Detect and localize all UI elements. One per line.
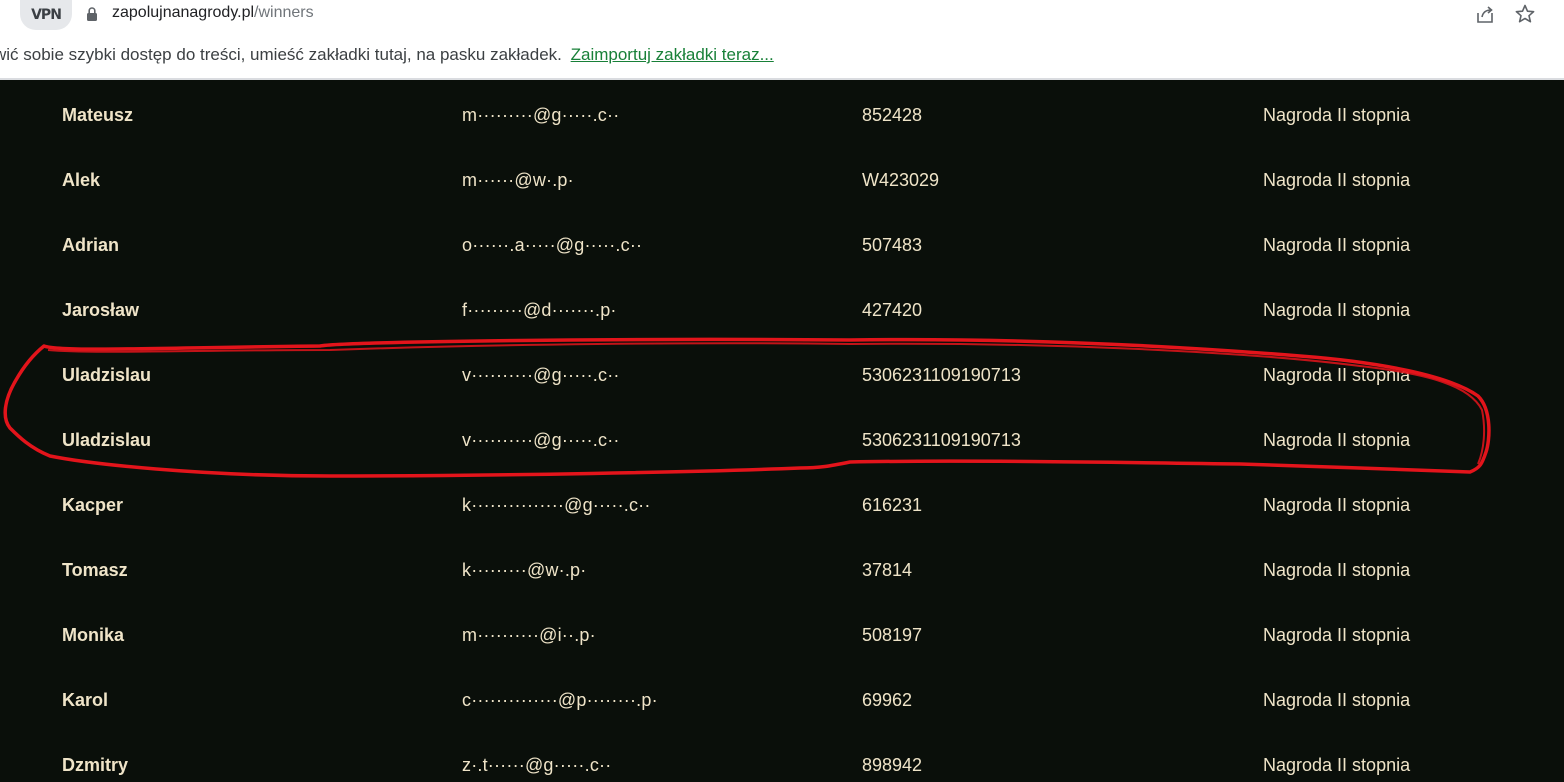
winner-name: Tomasz bbox=[62, 560, 128, 580]
import-bookmarks-link[interactable]: Zaimportuj zakładki teraz... bbox=[571, 45, 774, 64]
winner-email: z·.t······@g·····.c·· bbox=[462, 755, 612, 775]
winner-row: Adrian o······.a·····@g·····.c·· 507483 Nag… bbox=[0, 210, 1564, 275]
winner-prize: Nagroda II stopnia bbox=[1263, 235, 1411, 255]
winner-email: m·········@g·····.c·· bbox=[462, 105, 620, 125]
url-host: zapolujnanagrody.pl bbox=[112, 4, 255, 21]
winners-table: Mateusz m·········@g·····.c·· 852428 Nagrod… bbox=[0, 80, 1564, 782]
winner-name: Jarosław bbox=[62, 300, 140, 320]
winner-name: Uladzislau bbox=[62, 430, 152, 450]
star-icon[interactable] bbox=[1514, 3, 1536, 25]
winner-name: Uladzislau bbox=[62, 365, 152, 385]
winner-prize: Nagroda II stopnia bbox=[1263, 690, 1411, 710]
winner-email: o······.a·····@g·····.c·· bbox=[462, 235, 643, 255]
winner-email: k·········@w·.p· bbox=[462, 560, 587, 580]
winner-prize: Nagroda II stopnia bbox=[1263, 560, 1411, 580]
winner-code: 616231 bbox=[862, 495, 923, 515]
winner-email: v··········@g·····.c·· bbox=[462, 365, 620, 385]
winner-prize: Nagroda II stopnia bbox=[1263, 170, 1411, 190]
winner-prize: Nagroda II stopnia bbox=[1263, 430, 1411, 450]
winner-code: 507483 bbox=[862, 235, 923, 255]
winner-row: Tomasz k·········@w·.p· 37814 Nagroda II st… bbox=[0, 535, 1564, 600]
winner-name: Karol bbox=[62, 690, 109, 710]
winner-email: f·········@d·······.p· bbox=[462, 300, 617, 320]
winner-name: Alek bbox=[62, 170, 101, 190]
winner-code: 37814 bbox=[862, 560, 913, 580]
winner-code: 5306231109190713 bbox=[862, 430, 1021, 450]
winner-code: 508197 bbox=[862, 625, 923, 645]
winner-email: v··········@g·····.c·· bbox=[462, 430, 620, 450]
bookmarks-hint-line: wić sobie szybki dostęp do treści, umieś… bbox=[0, 45, 774, 65]
winner-email: m··········@i··.p· bbox=[462, 625, 596, 645]
winner-row: Monika m··········@i··.p· 508197 Nagroda II… bbox=[0, 600, 1564, 665]
winner-email: m······@w·.p· bbox=[462, 170, 574, 190]
winner-code: 5306231109190713 bbox=[862, 365, 1021, 385]
share-icon[interactable] bbox=[1474, 4, 1496, 26]
url-field[interactable]: zapolujnanagrody.pl/winners bbox=[112, 4, 314, 22]
winner-row: Alek m······@w·.p· W423029 Nagroda II stopn… bbox=[0, 145, 1564, 210]
url-path: /winners bbox=[254, 4, 314, 21]
winner-row: Uladzislau v··········@g·····.c·· 53062311… bbox=[0, 405, 1564, 470]
winner-prize: Nagroda II stopnia bbox=[1263, 495, 1411, 515]
winner-code: W423029 bbox=[862, 170, 940, 190]
address-bar: VPN zapolujnanagrody.pl/winners bbox=[0, 0, 1564, 30]
winner-name: Kacper bbox=[62, 495, 124, 515]
winner-row: Jarosław f·········@d·······.p· 427420 Nagr… bbox=[0, 275, 1564, 340]
winner-name: Adrian bbox=[62, 235, 120, 255]
winner-name: Dzmitry bbox=[62, 755, 129, 775]
winner-code: 898942 bbox=[862, 755, 923, 775]
bookmarks-bar: wić sobie szybki dostęp do treści, umieś… bbox=[0, 30, 1564, 80]
winner-prize: Nagroda II stopnia bbox=[1263, 755, 1411, 775]
winner-prize: Nagroda II stopnia bbox=[1263, 300, 1411, 320]
winner-code: 852428 bbox=[862, 105, 923, 125]
winner-row: Kacper k···············@g·····.c·· 616231 N… bbox=[0, 470, 1564, 535]
winner-row: Dzmitry z·.t······@g·····.c·· 898942 Nagrod… bbox=[0, 730, 1564, 782]
vpn-label: VPN bbox=[31, 7, 62, 23]
winner-prize: Nagroda II stopnia bbox=[1263, 105, 1411, 125]
winner-code: 69962 bbox=[862, 690, 913, 710]
winner-email: k···············@g·····.c·· bbox=[462, 495, 651, 515]
winner-name: Mateusz bbox=[62, 105, 134, 125]
vpn-badge[interactable]: VPN bbox=[20, 0, 72, 30]
winner-prize: Nagroda II stopnia bbox=[1263, 625, 1411, 645]
winner-row: Uladzislau v··········@g·····.c·· 53062311… bbox=[0, 340, 1564, 405]
winner-prize: Nagroda II stopnia bbox=[1263, 365, 1411, 385]
winner-email: c··············@p········.p· bbox=[462, 690, 658, 710]
winner-row: Karol c··············@p········.p· 69962 Na… bbox=[0, 665, 1564, 730]
winner-code: 427420 bbox=[862, 300, 923, 320]
winner-row: Mateusz m·········@g·····.c·· 852428 Nagrod… bbox=[0, 80, 1564, 145]
lock-icon[interactable] bbox=[86, 6, 98, 22]
winner-name: Monika bbox=[62, 625, 125, 645]
bookmarks-hint: wić sobie szybki dostęp do treści, umieś… bbox=[0, 45, 562, 64]
